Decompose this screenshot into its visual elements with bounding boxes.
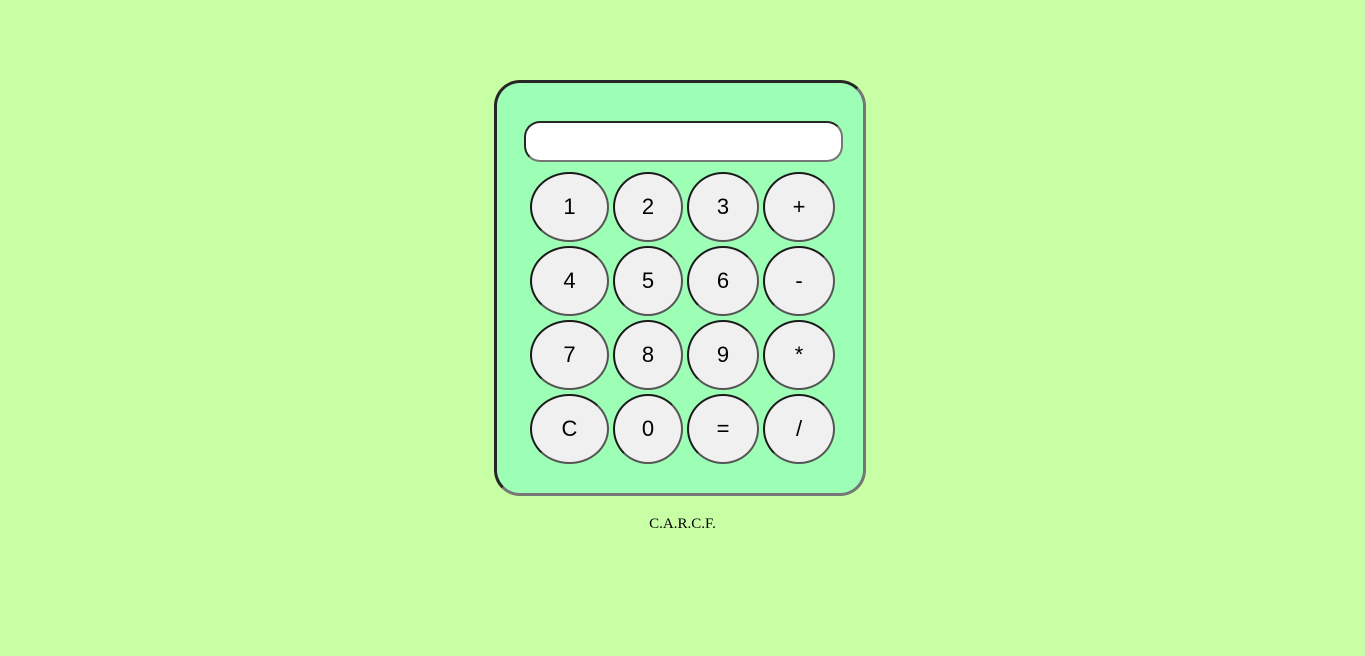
key-equals[interactable]: = [687, 394, 759, 464]
key-3[interactable]: 3 [687, 172, 759, 242]
key-8[interactable]: 8 [613, 320, 683, 390]
key-divide[interactable]: / [763, 394, 835, 464]
key-1[interactable]: 1 [530, 172, 609, 242]
key-plus[interactable]: + [763, 172, 835, 242]
key-2[interactable]: 2 [613, 172, 683, 242]
key-clear[interactable]: C [530, 394, 609, 464]
key-9[interactable]: 9 [687, 320, 759, 390]
key-7[interactable]: 7 [530, 320, 609, 390]
key-6[interactable]: 6 [687, 246, 759, 316]
key-4[interactable]: 4 [530, 246, 609, 316]
key-5[interactable]: 5 [613, 246, 683, 316]
key-minus[interactable]: - [763, 246, 835, 316]
footer-credit: C.A.R.C.F. [649, 516, 716, 532]
calculator-display[interactable] [524, 121, 843, 162]
key-0[interactable]: 0 [613, 394, 683, 464]
page: 1 2 3 + 4 5 6 - 7 8 9 * C 0 = / C.A.R.C.… [0, 0, 1365, 656]
key-multiply[interactable]: * [763, 320, 835, 390]
